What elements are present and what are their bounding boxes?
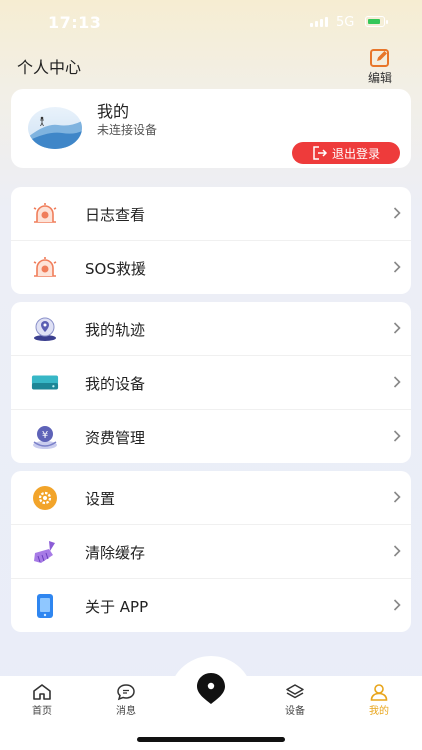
logout-icon: [313, 146, 328, 160]
chevron-right-icon: [393, 207, 401, 219]
chevron-right-icon: [393, 430, 401, 442]
tab-messages[interactable]: 消息: [101, 683, 151, 717]
menu-item-label: 清除缓存: [85, 544, 146, 562]
device-icon: [31, 369, 59, 397]
chevron-right-icon: [393, 376, 401, 388]
battery-icon: [365, 16, 388, 27]
home-icon: [33, 684, 51, 700]
menu-item-label: 资费管理: [85, 429, 146, 447]
gear-icon: [31, 484, 59, 512]
menu-group-device: 我的轨迹 我的设备 ¥ 资费管理: [11, 302, 411, 463]
status-time: 17:13: [48, 13, 102, 32]
page-title: 个人中心: [17, 58, 82, 77]
profile-name: 我的: [97, 102, 130, 121]
tab-label: 消息: [116, 706, 136, 717]
menu-item-track[interactable]: 我的轨迹: [11, 302, 411, 355]
edit-label: 编辑: [367, 71, 392, 85]
logout-label: 退出登录: [331, 146, 380, 161]
tab-profile[interactable]: 我的: [354, 683, 404, 717]
location-button[interactable]: [194, 671, 228, 705]
status-bar: 17:13 5G: [0, 0, 422, 44]
layers-icon: [286, 684, 304, 699]
tab-label: 我的: [369, 706, 389, 717]
menu-group-app: 设置 清除缓存 关于 APP: [11, 471, 411, 632]
billing-icon: ¥: [31, 423, 59, 451]
sos-icon: [31, 254, 59, 282]
menu-item-label: SOS救援: [85, 260, 146, 278]
menu-item-label: 我的轨迹: [85, 321, 146, 339]
menu-item-device[interactable]: 我的设备: [11, 355, 411, 409]
avatar[interactable]: [28, 107, 82, 149]
edit-icon: [370, 49, 389, 67]
menu-item-about[interactable]: 关于 APP: [11, 578, 411, 632]
tab-home[interactable]: 首页: [17, 683, 67, 717]
edit-button[interactable]: 编辑: [360, 48, 400, 85]
tab-label: 设备: [285, 706, 305, 717]
profile-status: 未连接设备: [97, 123, 158, 137]
svg-text:¥: ¥: [42, 430, 48, 441]
chevron-right-icon: [393, 491, 401, 503]
tab-devices[interactable]: 设备: [270, 683, 320, 717]
phone-icon: [31, 592, 59, 620]
menu-item-clear-cache[interactable]: 清除缓存: [11, 524, 411, 578]
message-icon: [117, 684, 135, 701]
track-icon: [31, 315, 59, 343]
user-icon: [370, 684, 388, 701]
tab-label: 首页: [32, 706, 52, 717]
menu-item-label: 设置: [85, 490, 116, 508]
home-indicator: [137, 737, 285, 742]
menu-item-label: 日志查看: [85, 206, 146, 224]
menu-item-billing[interactable]: ¥ 资费管理: [11, 409, 411, 463]
signal-icon: [310, 17, 328, 27]
menu-item-sos[interactable]: SOS救援: [11, 240, 411, 294]
menu-item-settings[interactable]: 设置: [11, 471, 411, 524]
location-pin-icon: [197, 673, 225, 704]
menu-item-label: 我的设备: [85, 375, 146, 393]
chevron-right-icon: [393, 322, 401, 334]
menu-group-logs: 日志查看 SOS救援: [11, 187, 411, 294]
network-label: 5G: [336, 15, 355, 30]
profile-card: 我的 未连接设备 退出登录: [11, 89, 411, 168]
chevron-right-icon: [393, 545, 401, 557]
log-icon: [31, 200, 59, 228]
chevron-right-icon: [393, 599, 401, 611]
menu-item-label: 关于 APP: [85, 598, 149, 616]
logout-button[interactable]: 退出登录: [292, 142, 400, 164]
broom-icon: [31, 538, 59, 566]
menu-item-logs[interactable]: 日志查看: [11, 187, 411, 240]
chevron-right-icon: [393, 261, 401, 273]
